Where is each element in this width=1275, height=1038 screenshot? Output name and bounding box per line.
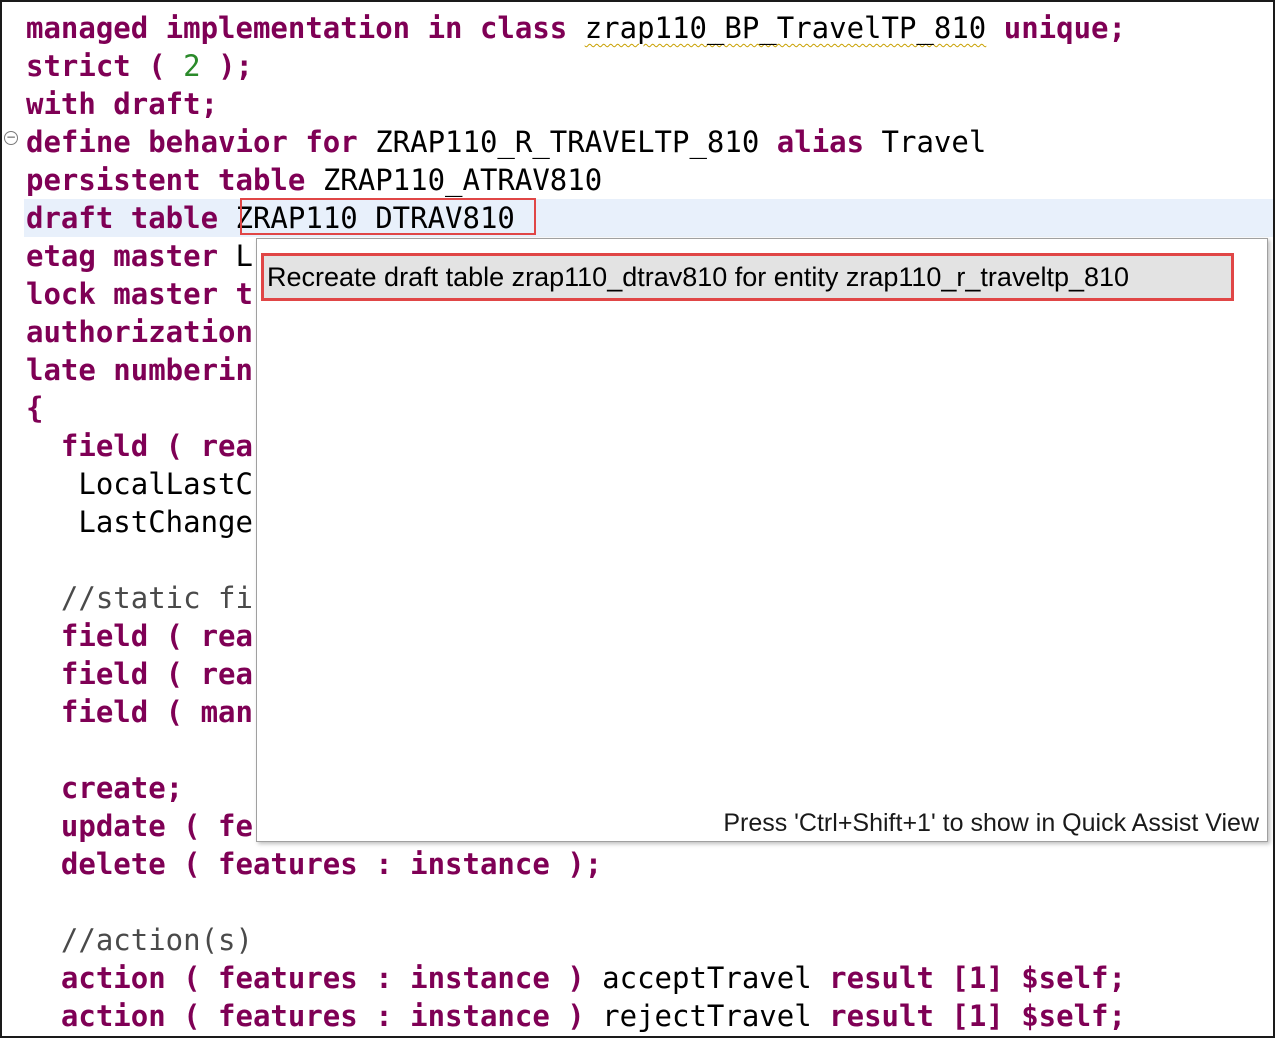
code-line[interactable]: create; — [26, 769, 183, 807]
code-token: result [1] $self; — [829, 961, 1126, 995]
code-token: { — [26, 391, 44, 425]
code-token: create; — [26, 771, 184, 805]
code-token: alias — [776, 125, 882, 159]
code-token: lock master t — [26, 277, 253, 311]
code-line[interactable]: { — [26, 389, 43, 427]
draft-table-name-highlight — [240, 198, 536, 235]
code-line[interactable]: late numberin — [26, 351, 253, 389]
code-token: field ( rea — [26, 619, 253, 653]
code-token: unique; — [986, 11, 1126, 45]
code-line[interactable]: //static fi — [26, 579, 253, 617]
code-token: action ( features : instance ) — [26, 961, 603, 995]
code-line[interactable]: etag master L — [26, 237, 253, 275]
code-token: ZRAP110_R_TRAVELTP_810 — [375, 125, 777, 159]
quick-fix-proposal-recreate-draft-table[interactable]: Recreate draft table zrap110_dtrav810 fo… — [261, 253, 1234, 301]
code-line[interactable]: delete ( features : instance ); — [26, 845, 602, 883]
code-line[interactable]: field ( man — [26, 693, 253, 731]
code-token: ZRAP110_ATRAV810 — [322, 163, 603, 197]
code-token: 2 — [183, 49, 201, 83]
code-token: delete ( features : instance ); — [26, 847, 603, 881]
code-token: zrap110_BP_TravelTP_810 — [584, 11, 987, 45]
code-token: action ( features : instance ) — [26, 999, 603, 1033]
code-token: draft table — [26, 201, 236, 235]
code-token: persistent table — [26, 163, 323, 197]
code-token: //static fi — [26, 581, 253, 615]
code-token: acceptTravel — [602, 961, 830, 995]
code-line[interactable]: managed implementation in class zrap110_… — [26, 9, 1126, 47]
code-token: late numberin — [26, 353, 253, 387]
code-token: LocalLastC — [26, 467, 253, 501]
code-token: field ( rea — [26, 429, 253, 463]
code-line[interactable]: update ( fe — [26, 807, 253, 845]
code-token: rejectTravel — [602, 999, 830, 1033]
code-token: //action(s) — [26, 923, 253, 957]
code-line[interactable]: authorization — [26, 313, 253, 351]
code-token: Travel — [881, 125, 987, 159]
code-token: L — [235, 239, 253, 273]
code-line[interactable]: field ( rea — [26, 617, 253, 655]
quick-assist-popup: Recreate draft table zrap110_dtrav810 fo… — [256, 238, 1268, 842]
quick-assist-view-hint: Press 'Ctrl+Shift+1' to show in Quick As… — [723, 809, 1259, 837]
code-line[interactable]: field ( rea — [26, 655, 253, 693]
code-token: authorization — [26, 315, 253, 349]
code-token: update ( fe — [26, 809, 253, 843]
code-line[interactable]: //action(s) — [26, 921, 253, 959]
code-token: define behavior for — [26, 125, 376, 159]
fold-collapse-icon[interactable]: − — [4, 131, 18, 145]
code-line[interactable]: action ( features : instance ) rejectTra… — [26, 997, 1126, 1035]
code-line[interactable]: action ( features : instance ) acceptTra… — [26, 959, 1126, 997]
code-line[interactable]: define behavior for ZRAP110_R_TRAVELTP_8… — [26, 123, 986, 161]
code-line[interactable]: field ( rea — [26, 427, 253, 465]
code-line[interactable]: with draft; — [26, 85, 218, 123]
code-token: field ( man — [26, 695, 253, 729]
code-token: strict ( — [26, 49, 184, 83]
code-token: with draft; — [26, 87, 219, 121]
code-token: result [1] $self; — [829, 999, 1126, 1033]
code-token: etag master — [26, 239, 236, 273]
code-token: managed implementation in class — [26, 11, 585, 45]
code-line[interactable]: lock master t — [26, 275, 253, 313]
code-line[interactable]: persistent table ZRAP110_ATRAV810 — [26, 161, 602, 199]
code-line[interactable]: strict ( 2 ); — [26, 47, 253, 85]
code-token: field ( rea — [26, 657, 253, 691]
code-line[interactable]: LocalLastC — [26, 465, 253, 503]
code-line[interactable]: LastChange — [26, 503, 253, 541]
code-editor[interactable]: − managed implementation in class zrap11… — [0, 0, 1275, 1038]
code-token: ); — [200, 49, 253, 83]
code-token: LastChange — [26, 505, 253, 539]
